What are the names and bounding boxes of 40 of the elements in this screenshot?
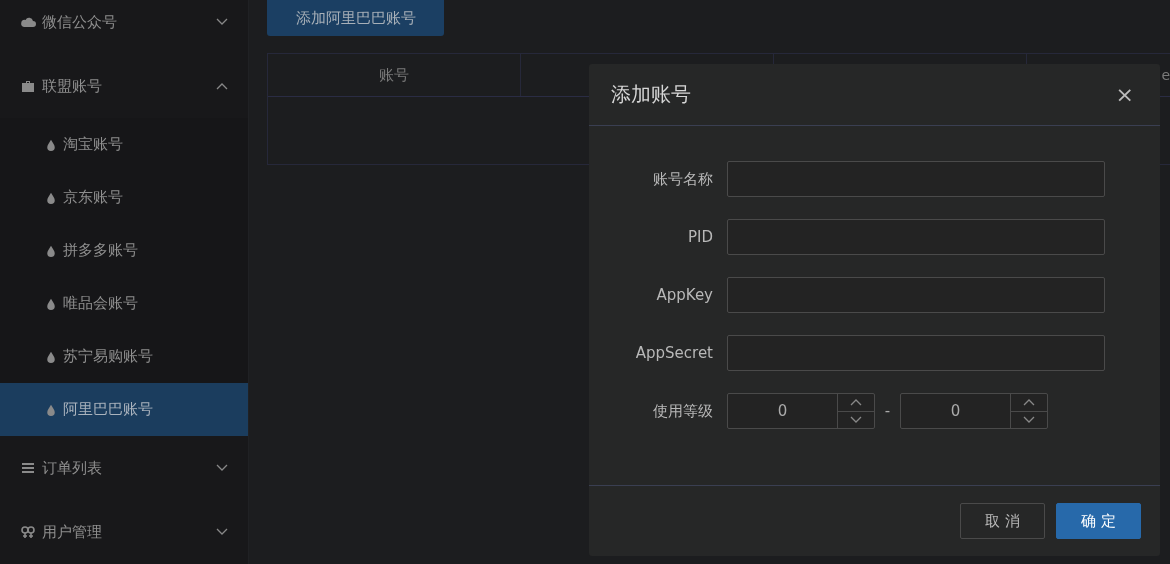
users-icon	[20, 524, 36, 540]
cancel-button[interactable]: 取 消	[960, 503, 1045, 539]
down-icon	[850, 415, 862, 424]
range-separator: -	[883, 402, 892, 420]
input-field[interactable]	[727, 219, 1105, 255]
field-label: 账号名称	[652, 169, 714, 189]
up-icon	[850, 398, 862, 407]
dialog-title: 添加账号	[611, 81, 691, 108]
sidebar-subitem[interactable]: 阿里巴巴账号	[0, 383, 248, 436]
column-header: e	[1161, 67, 1170, 83]
expand-icon	[216, 464, 228, 472]
column-header: 账号	[379, 65, 409, 85]
field-label: 使用等级	[652, 401, 714, 421]
sidebar-subitem[interactable]: 京东账号	[0, 171, 248, 224]
sidebar-item[interactable]: 用户管理	[0, 500, 248, 564]
field-label: PID	[686, 228, 714, 246]
up-icon	[1023, 398, 1035, 407]
collapse-icon	[216, 82, 228, 90]
field-label: AppKey	[655, 286, 714, 304]
expand-icon	[216, 18, 228, 26]
input-field[interactable]	[727, 335, 1105, 371]
field-label: AppSecret	[634, 344, 714, 362]
sidebar-item[interactable]: 微信公众号	[0, 0, 248, 54]
sidebar-subitem[interactable]: 苏宁易购账号	[0, 330, 248, 383]
input-field[interactable]	[727, 277, 1105, 313]
expand-icon	[216, 528, 228, 536]
sidebar-item[interactable]: 联盟账号	[0, 54, 248, 118]
briefcase-icon	[20, 78, 36, 94]
number-field[interactable]: 0	[727, 393, 875, 429]
sidebar-item[interactable]: 订单列表	[0, 436, 248, 500]
input-field[interactable]	[727, 161, 1105, 197]
confirm-button[interactable]: 确 定	[1056, 503, 1141, 539]
add-account-button[interactable]: 添加阿里巴巴账号	[267, 0, 444, 36]
close-button[interactable]: ×	[1111, 82, 1138, 107]
sidebar-subitem[interactable]: 唯品会账号	[0, 277, 248, 330]
sidebar-subitem[interactable]: 淘宝账号	[0, 118, 248, 171]
sidebar-subitem[interactable]: 拼多多账号	[0, 224, 248, 277]
down-icon	[1023, 415, 1035, 424]
number-field[interactable]: 0	[900, 393, 1048, 429]
list-icon	[20, 460, 36, 476]
